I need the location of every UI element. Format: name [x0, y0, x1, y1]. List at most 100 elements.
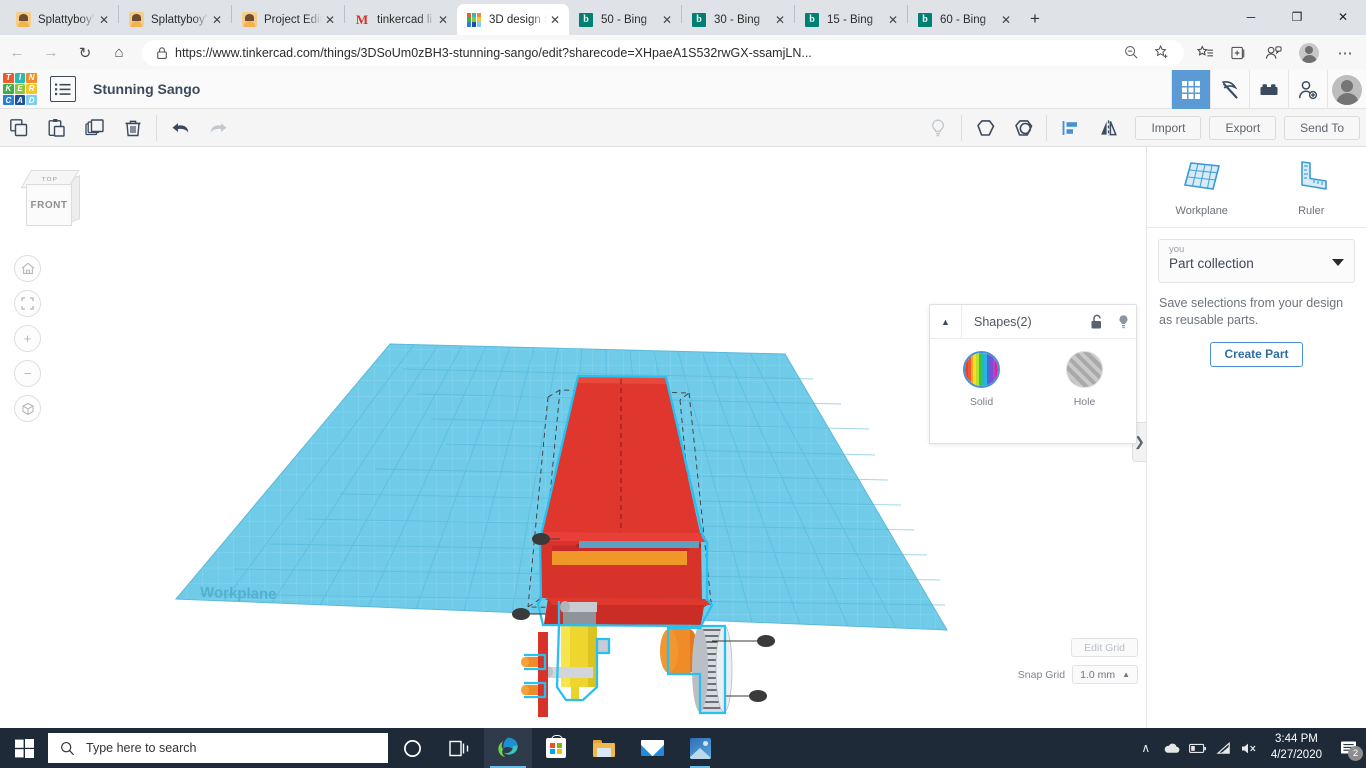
browser-tab[interactable]: Project Edit ✕ [232, 4, 344, 35]
browser-profile-avatar[interactable] [1299, 42, 1319, 63]
align-icon[interactable] [1051, 109, 1089, 147]
create-part-wrap: Create Part [1147, 341, 1366, 367]
search-input[interactable]: Type here to search [48, 733, 388, 763]
browser-tab[interactable]: b 30 - Bing ✕ [682, 4, 794, 35]
browser-tab[interactable]: b 60 - Bing ✕ [908, 4, 1020, 35]
group-icon[interactable] [966, 109, 1004, 147]
tab-close-icon[interactable]: ✕ [435, 12, 451, 28]
search-placeholder: Type here to search [86, 741, 197, 755]
design-list-button[interactable] [50, 76, 76, 102]
volume-muted-icon[interactable] [1237, 728, 1263, 768]
new-tab-button[interactable]: + [1020, 4, 1050, 34]
ungroup-icon[interactable] [1004, 109, 1042, 147]
mail-icon[interactable] [628, 728, 676, 768]
file-explorer-icon[interactable] [580, 728, 628, 768]
undo-icon[interactable] [161, 109, 199, 147]
wifi-icon[interactable] [1211, 728, 1237, 768]
grid-apps-icon[interactable] [1171, 70, 1210, 109]
view-cube[interactable]: TOP FRONT [20, 169, 80, 227]
tab-close-icon[interactable]: ✕ [772, 12, 788, 28]
browser-tab-active[interactable]: 3D design S ✕ [457, 4, 569, 35]
browser-tab[interactable]: Mtinkercad li ✕ [345, 4, 457, 35]
part-collection-select[interactable]: you Part collection [1158, 239, 1355, 283]
shape-option-hole[interactable]: Hole [1033, 351, 1136, 408]
send-to-button[interactable]: Send To [1284, 116, 1360, 140]
cortana-icon[interactable] [388, 728, 436, 768]
address-bar-actions [1116, 38, 1176, 68]
tab-close-icon[interactable]: ✕ [547, 12, 563, 28]
back-icon[interactable]: ← [0, 38, 34, 68]
solid-color-swatch[interactable] [963, 351, 1000, 388]
import-button[interactable]: Import [1135, 116, 1202, 140]
perspective-toggle-icon[interactable] [14, 395, 41, 422]
home-icon[interactable]: ⌂ [102, 38, 136, 68]
minimize-button[interactable]: ─ [1228, 0, 1274, 33]
address-bar[interactable]: https://www.tinkercad.com/things/3DSoUm0… [142, 38, 1184, 68]
microsoft-store-icon[interactable] [532, 728, 580, 768]
redo-icon[interactable] [199, 109, 237, 147]
fit-to-view-icon[interactable] [14, 290, 41, 317]
mirror-icon[interactable] [1089, 109, 1127, 147]
copy-icon[interactable] [0, 109, 38, 147]
favorites-list-icon[interactable] [1188, 38, 1222, 68]
favorite-star-icon[interactable] [1146, 38, 1176, 68]
tinkercad-logo-icon[interactable]: TIN KER CAD [3, 72, 37, 106]
duplicate-icon[interactable] [76, 109, 114, 147]
paste-icon[interactable] [38, 109, 76, 147]
action-center-icon[interactable]: 2 [1332, 728, 1366, 768]
3d-viewport[interactable]: Workplane TOP FRONT + − ❯ Edit Grid Snap… [0, 147, 1146, 728]
chevron-down-icon[interactable] [1332, 259, 1344, 266]
browser-tab[interactable]: b 50 - Bing ✕ [569, 4, 681, 35]
user-avatar[interactable] [1327, 70, 1366, 109]
tab-close-icon[interactable]: ✕ [998, 12, 1014, 28]
export-button[interactable]: Export [1209, 116, 1277, 140]
close-window-button[interactable]: ✕ [1320, 0, 1366, 33]
tab-close-icon[interactable]: ✕ [96, 12, 112, 28]
hole-swatch[interactable] [1066, 351, 1103, 388]
shape-option-solid[interactable]: Solid [930, 351, 1033, 408]
design-title[interactable]: Stunning Sango [93, 81, 200, 97]
battery-icon[interactable] [1185, 728, 1211, 768]
sidebar-item-ruler[interactable]: Ruler [1257, 159, 1366, 217]
url-text[interactable]: https://www.tinkercad.com/things/3DSoUm0… [169, 46, 1116, 60]
show-hidden-icons-chevron[interactable]: ∧ [1133, 728, 1159, 768]
reload-icon[interactable]: ↻ [68, 38, 102, 68]
browser-tab[interactable]: Splattyboy' ✕ [6, 4, 118, 35]
collections-icon[interactable] [1222, 38, 1256, 68]
settings-more-icon[interactable]: ⋯ [1328, 38, 1362, 68]
tab-close-icon[interactable]: ✕ [885, 12, 901, 28]
pickaxe-tools-icon[interactable] [1210, 70, 1249, 109]
task-view-icon[interactable] [436, 728, 484, 768]
edit-toolbar: Import Export Send To [0, 109, 1366, 147]
clock[interactable]: 3:44 PM 4/27/2020 [1263, 732, 1332, 763]
home-view-icon[interactable] [14, 255, 41, 282]
lightbulb-icon[interactable] [919, 109, 957, 147]
browser-tab[interactable]: Splattyboy' ✕ [119, 4, 231, 35]
tab-close-icon[interactable]: ✕ [322, 12, 338, 28]
lego-brick-icon[interactable] [1249, 70, 1288, 109]
shapes-panel-collapse-icon[interactable]: ▲ [930, 305, 962, 338]
lightbulb-icon[interactable] [1110, 305, 1136, 338]
zoom-out-icon[interactable] [1116, 38, 1146, 68]
shapes-panel[interactable]: ▲ Shapes(2) Solid Hole [929, 304, 1137, 444]
forward-icon[interactable]: → [34, 38, 68, 68]
snap-grid-select[interactable]: 1.0 mm ▲ [1072, 665, 1138, 684]
create-part-button[interactable]: Create Part [1210, 341, 1303, 367]
photos-icon[interactable] [676, 728, 724, 768]
windows-start-icon[interactable] [0, 728, 48, 768]
edit-grid-button[interactable]: Edit Grid [1071, 638, 1138, 657]
view-cube-front-face[interactable]: FRONT [26, 184, 72, 226]
sidebar-item-workplane[interactable]: Workplane [1147, 159, 1257, 217]
maximize-button[interactable]: ❐ [1274, 0, 1320, 33]
tab-close-icon[interactable]: ✕ [209, 12, 225, 28]
zoom-in-icon[interactable]: + [14, 325, 41, 352]
microsoft-edge-icon[interactable] [484, 728, 532, 768]
profile-add-icon[interactable] [1256, 38, 1290, 68]
add-person-icon[interactable] [1288, 70, 1327, 109]
unlock-icon[interactable] [1084, 305, 1110, 338]
browser-tab[interactable]: b 15 - Bing ✕ [795, 4, 907, 35]
onedrive-cloud-icon[interactable] [1159, 728, 1185, 768]
delete-trash-icon[interactable] [114, 109, 152, 147]
zoom-out-icon[interactable]: − [14, 360, 41, 387]
tab-close-icon[interactable]: ✕ [659, 12, 675, 28]
